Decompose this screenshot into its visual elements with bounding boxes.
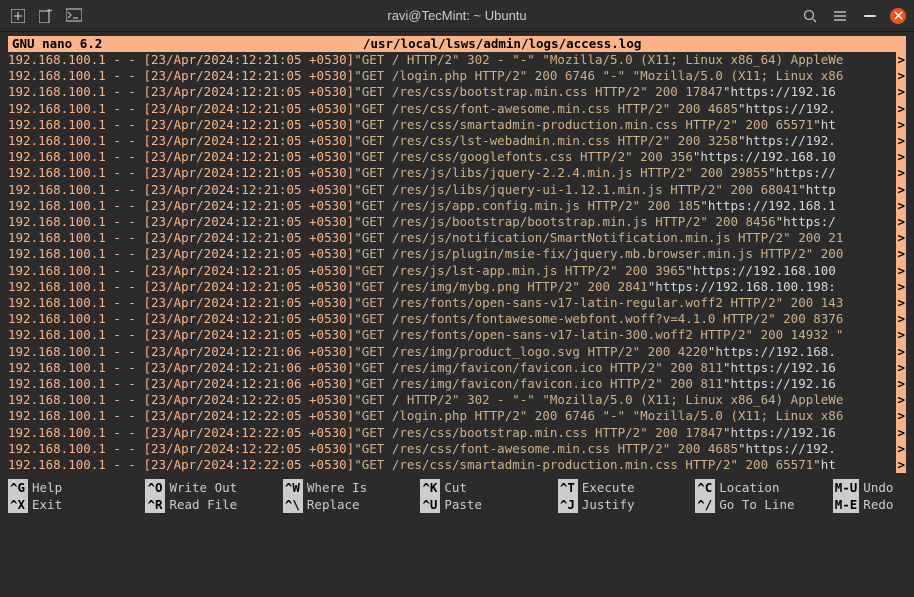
log-line: 192.168.100.1 - - [23/Apr/2024:12:21:05 …: [8, 279, 906, 295]
log-line: 192.168.100.1 - - [23/Apr/2024:12:21:05 …: [8, 52, 906, 68]
log-line: 192.168.100.1 - - [23/Apr/2024:12:21:05 …: [8, 101, 906, 117]
log-line: 192.168.100.1 - - [23/Apr/2024:12:21:05 …: [8, 133, 906, 149]
log-line: 192.168.100.1 - - [23/Apr/2024:12:21:05 …: [8, 311, 906, 327]
shortcut-label: Cut: [444, 479, 467, 496]
log-line: 192.168.100.1 - - [23/Apr/2024:12:21:06 …: [8, 360, 906, 376]
nano-shortcut: ^RRead File: [145, 496, 282, 513]
nano-shortcut: ^UPaste: [420, 496, 557, 513]
log-line: 192.168.100.1 - - [23/Apr/2024:12:21:05 …: [8, 117, 906, 133]
shortcut-key: ^K: [420, 479, 440, 496]
shortcut-label: Write Out: [169, 479, 237, 496]
log-line: 192.168.100.1 - - [23/Apr/2024:12:22:05 …: [8, 392, 906, 408]
minimize-button[interactable]: [860, 6, 880, 26]
shortcut-label: Justify: [582, 496, 635, 513]
log-line: 192.168.100.1 - - [23/Apr/2024:12:22:05 …: [8, 408, 906, 424]
nano-shortcut: ^CLocation: [695, 479, 832, 496]
shortcut-key: ^C: [695, 479, 715, 496]
shortcut-key: ^U: [420, 496, 440, 513]
nano-footer: ^GHelp^OWrite Out^WWhere Is^KCut^TExecut…: [8, 479, 906, 513]
nano-shortcut: ^\Replace: [283, 496, 420, 513]
log-line: 192.168.100.1 - - [23/Apr/2024:12:21:05 …: [8, 214, 906, 230]
shortcut-key: ^/: [695, 496, 715, 513]
log-line: 192.168.100.1 - - [23/Apr/2024:12:21:05 …: [8, 263, 906, 279]
log-line: 192.168.100.1 - - [23/Apr/2024:12:21:05 …: [8, 198, 906, 214]
nano-shortcut: ^JJustify: [558, 496, 695, 513]
nano-shortcut: ^KCut: [420, 479, 557, 496]
shortcut-label: Read File: [169, 496, 237, 513]
nano-file-path: /usr/local/lsws/admin/logs/access.log: [102, 36, 902, 52]
log-line: 192.168.100.1 - - [23/Apr/2024:12:21:05 …: [8, 149, 906, 165]
nano-shortcut: ^WWhere Is: [283, 479, 420, 496]
terminal-area[interactable]: GNU nano 6.2 /usr/local/lsws/admin/logs/…: [0, 32, 914, 597]
shortcut-label: Location: [719, 479, 779, 496]
log-line: 192.168.100.1 - - [23/Apr/2024:12:21:05 …: [8, 230, 906, 246]
log-line: 192.168.100.1 - - [23/Apr/2024:12:22:05 …: [8, 441, 906, 457]
titlebar: ravi@TecMint: ~ Ubuntu: [0, 0, 914, 32]
titlebar-right: [800, 6, 906, 26]
shortcut-label: Redo: [863, 496, 893, 513]
shortcut-label: Help: [32, 479, 62, 496]
shortcut-key: ^O: [145, 479, 165, 496]
shortcut-label: Undo: [863, 479, 893, 496]
nano-app-name: GNU nano 6.2: [12, 36, 102, 52]
close-button[interactable]: [890, 8, 906, 24]
window-title: ravi@TecMint: ~ Ubuntu: [387, 8, 526, 23]
log-line: 192.168.100.1 - - [23/Apr/2024:12:22:05 …: [8, 425, 906, 441]
new-tab-icon[interactable]: [8, 6, 28, 26]
search-icon[interactable]: [800, 6, 820, 26]
nano-shortcut: M-UUndo: [833, 479, 906, 496]
log-line: 192.168.100.1 - - [23/Apr/2024:12:21:05 …: [8, 327, 906, 343]
new-window-icon[interactable]: [36, 6, 56, 26]
log-line: 192.168.100.1 - - [23/Apr/2024:12:21:06 …: [8, 344, 906, 360]
log-line: 192.168.100.1 - - [23/Apr/2024:12:21:05 …: [8, 84, 906, 100]
nano-shortcut: ^TExecute: [558, 479, 695, 496]
nano-shortcut: ^GHelp: [8, 479, 145, 496]
shortcut-key: ^\: [283, 496, 303, 513]
shortcut-key: ^G: [8, 479, 28, 496]
shortcut-label: Go To Line: [719, 496, 794, 513]
shortcut-key: ^T: [558, 479, 578, 496]
terminal-icon[interactable]: [64, 6, 84, 26]
nano-shortcut: ^OWrite Out: [145, 479, 282, 496]
nano-shortcuts-row-2: ^XExit^RRead File^\Replace^UPaste^JJusti…: [8, 496, 906, 513]
shortcut-key: ^X: [8, 496, 28, 513]
log-content: 192.168.100.1 - - [23/Apr/2024:12:21:05 …: [8, 52, 906, 473]
shortcut-key: ^J: [558, 496, 578, 513]
shortcut-label: Where Is: [307, 479, 367, 496]
shortcut-key: M-E: [833, 496, 860, 513]
log-line: 192.168.100.1 - - [23/Apr/2024:12:21:05 …: [8, 182, 906, 198]
shortcut-key: M-U: [833, 479, 860, 496]
menu-icon[interactable]: [830, 6, 850, 26]
log-line: 192.168.100.1 - - [23/Apr/2024:12:21:05 …: [8, 165, 906, 181]
shortcut-key: ^W: [283, 479, 303, 496]
nano-header: GNU nano 6.2 /usr/local/lsws/admin/logs/…: [8, 36, 906, 52]
log-line: 192.168.100.1 - - [23/Apr/2024:12:21:05 …: [8, 295, 906, 311]
nano-shortcuts-row-1: ^GHelp^OWrite Out^WWhere Is^KCut^TExecut…: [8, 479, 906, 496]
log-line: 192.168.100.1 - - [23/Apr/2024:12:22:05 …: [8, 457, 906, 473]
nano-shortcut: ^XExit: [8, 496, 145, 513]
shortcut-label: Exit: [32, 496, 62, 513]
nano-shortcut: ^/Go To Line: [695, 496, 832, 513]
shortcut-label: Paste: [444, 496, 482, 513]
log-line: 192.168.100.1 - - [23/Apr/2024:12:21:05 …: [8, 246, 906, 262]
shortcut-label: Execute: [582, 479, 635, 496]
log-line: 192.168.100.1 - - [23/Apr/2024:12:21:05 …: [8, 68, 906, 84]
nano-shortcut: M-ERedo: [833, 496, 906, 513]
shortcut-key: ^R: [145, 496, 165, 513]
log-line: 192.168.100.1 - - [23/Apr/2024:12:21:06 …: [8, 376, 906, 392]
shortcut-label: Replace: [307, 496, 360, 513]
